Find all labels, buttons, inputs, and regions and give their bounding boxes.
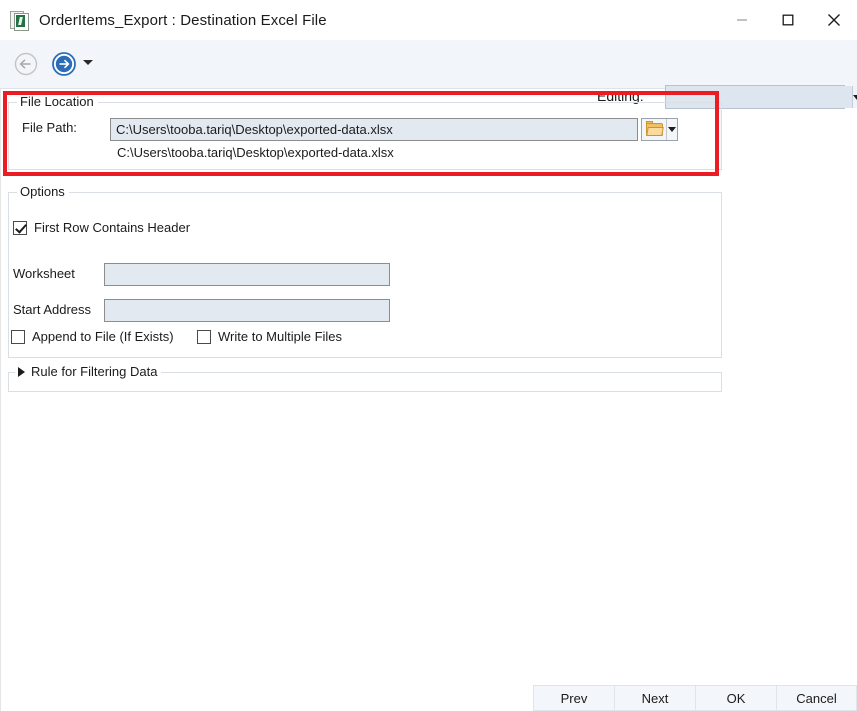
append-to-file-label: Append to File (If Exists): [32, 329, 174, 344]
maximize-icon: [782, 14, 794, 26]
start-address-label: Start Address: [13, 302, 92, 317]
back-arrow-icon: [14, 52, 38, 76]
window-title: OrderItems_Export : Destination Excel Fi…: [39, 11, 327, 29]
minimize-icon: [737, 19, 747, 21]
checkbox-checked-icon[interactable]: [13, 220, 27, 235]
file-location-legend: File Location: [17, 94, 98, 109]
options-legend: Options: [17, 184, 69, 199]
file-path-label: File Path:: [22, 120, 77, 135]
chevron-down-icon: [853, 94, 857, 100]
close-icon: [828, 14, 840, 26]
first-row-contains-header-label: First Row Contains Header: [34, 220, 191, 235]
browse-split-button[interactable]: [641, 118, 678, 141]
forward-button[interactable]: [51, 51, 77, 77]
ok-button[interactable]: OK: [695, 685, 776, 711]
checkbox-unchecked-icon[interactable]: [197, 329, 211, 344]
write-to-multiple-files-checkbox[interactable]: Write to Multiple Files: [197, 329, 342, 344]
first-row-contains-header-checkbox[interactable]: First Row Contains Header: [13, 220, 190, 235]
maximize-button[interactable]: [765, 0, 811, 40]
worksheet-input[interactable]: [104, 263, 390, 286]
excel-file-icon: [10, 10, 30, 31]
file-path-input[interactable]: [110, 118, 638, 141]
title-bar: OrderItems_Export : Destination Excel Fi…: [0, 0, 857, 41]
start-address-input[interactable]: [104, 299, 390, 322]
prev-button[interactable]: Prev: [533, 685, 614, 711]
editing-dropdown-button[interactable]: [852, 86, 857, 108]
file-path-echo-text: C:\Users\tooba.tariq\Desktop\exported-da…: [117, 145, 394, 160]
cancel-button[interactable]: Cancel: [776, 685, 857, 711]
navigation-toolbar: Editing:: [0, 40, 857, 109]
rule-for-filtering-data-expander[interactable]: Rule for Filtering Data: [15, 364, 162, 379]
chevron-down-icon: [668, 127, 676, 132]
window-controls: [719, 0, 857, 40]
back-button[interactable]: [14, 52, 38, 76]
checkbox-unchecked-icon[interactable]: [11, 329, 25, 344]
append-to-file-checkbox[interactable]: Append to File (If Exists): [11, 329, 174, 344]
browse-button[interactable]: [642, 119, 667, 140]
worksheet-label: Worksheet: [13, 266, 75, 281]
dialog-button-bar: Prev Next OK Cancel: [533, 685, 857, 711]
minimize-button[interactable]: [719, 0, 765, 40]
rule-for-filtering-data-group[interactable]: Rule for Filtering Data: [8, 364, 722, 392]
content-left-border: [0, 88, 1, 711]
triangle-right-icon: [18, 366, 25, 377]
close-button[interactable]: [811, 0, 857, 40]
forward-arrow-icon: [52, 52, 76, 76]
browse-dropdown-button[interactable]: [667, 119, 677, 140]
write-to-multiple-files-label: Write to Multiple Files: [218, 329, 343, 344]
rule-for-filtering-data-label: Rule for Filtering Data: [31, 364, 158, 379]
folder-icon: [645, 121, 664, 136]
next-button[interactable]: Next: [614, 685, 695, 711]
nav-dropdown-button[interactable]: [83, 60, 93, 65]
